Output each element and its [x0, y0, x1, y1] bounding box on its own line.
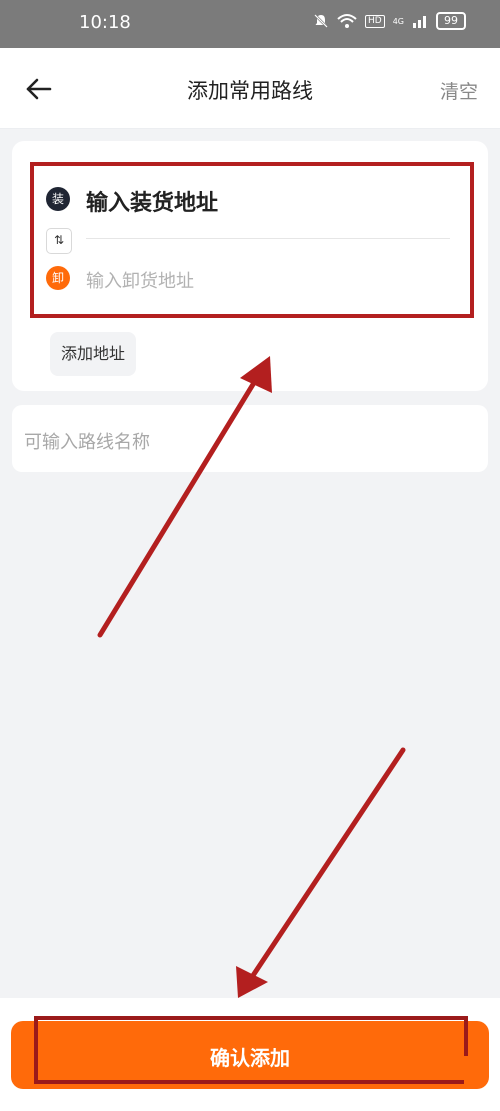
annotation-arrow-up	[97, 356, 272, 638]
hd-badge: HD	[365, 14, 385, 28]
annotation-arrow-down	[236, 747, 406, 998]
status-time: 10:18	[79, 12, 131, 33]
status-icons: HD 4G 99	[313, 12, 466, 30]
nav-bar: 添加常用路线 清空	[0, 48, 500, 129]
status-bar: 10:18 HD 4G 99	[0, 0, 500, 48]
add-address-button[interactable]: 添加地址	[50, 332, 137, 376]
clear-button[interactable]: 清空	[440, 77, 478, 104]
wifi-icon	[337, 14, 357, 28]
route-name-card: 可输入路线名称	[12, 405, 488, 472]
network-label: 4G	[392, 16, 404, 26]
battery-indicator: 99	[436, 12, 466, 30]
annotation-confirm-box	[34, 1016, 468, 1084]
annotation-highlight-box	[30, 162, 474, 318]
signal-icon	[413, 16, 426, 28]
mute-icon	[314, 14, 328, 28]
page-title: 添加常用路线	[187, 79, 313, 103]
route-name-input[interactable]: 可输入路线名称	[24, 428, 150, 454]
